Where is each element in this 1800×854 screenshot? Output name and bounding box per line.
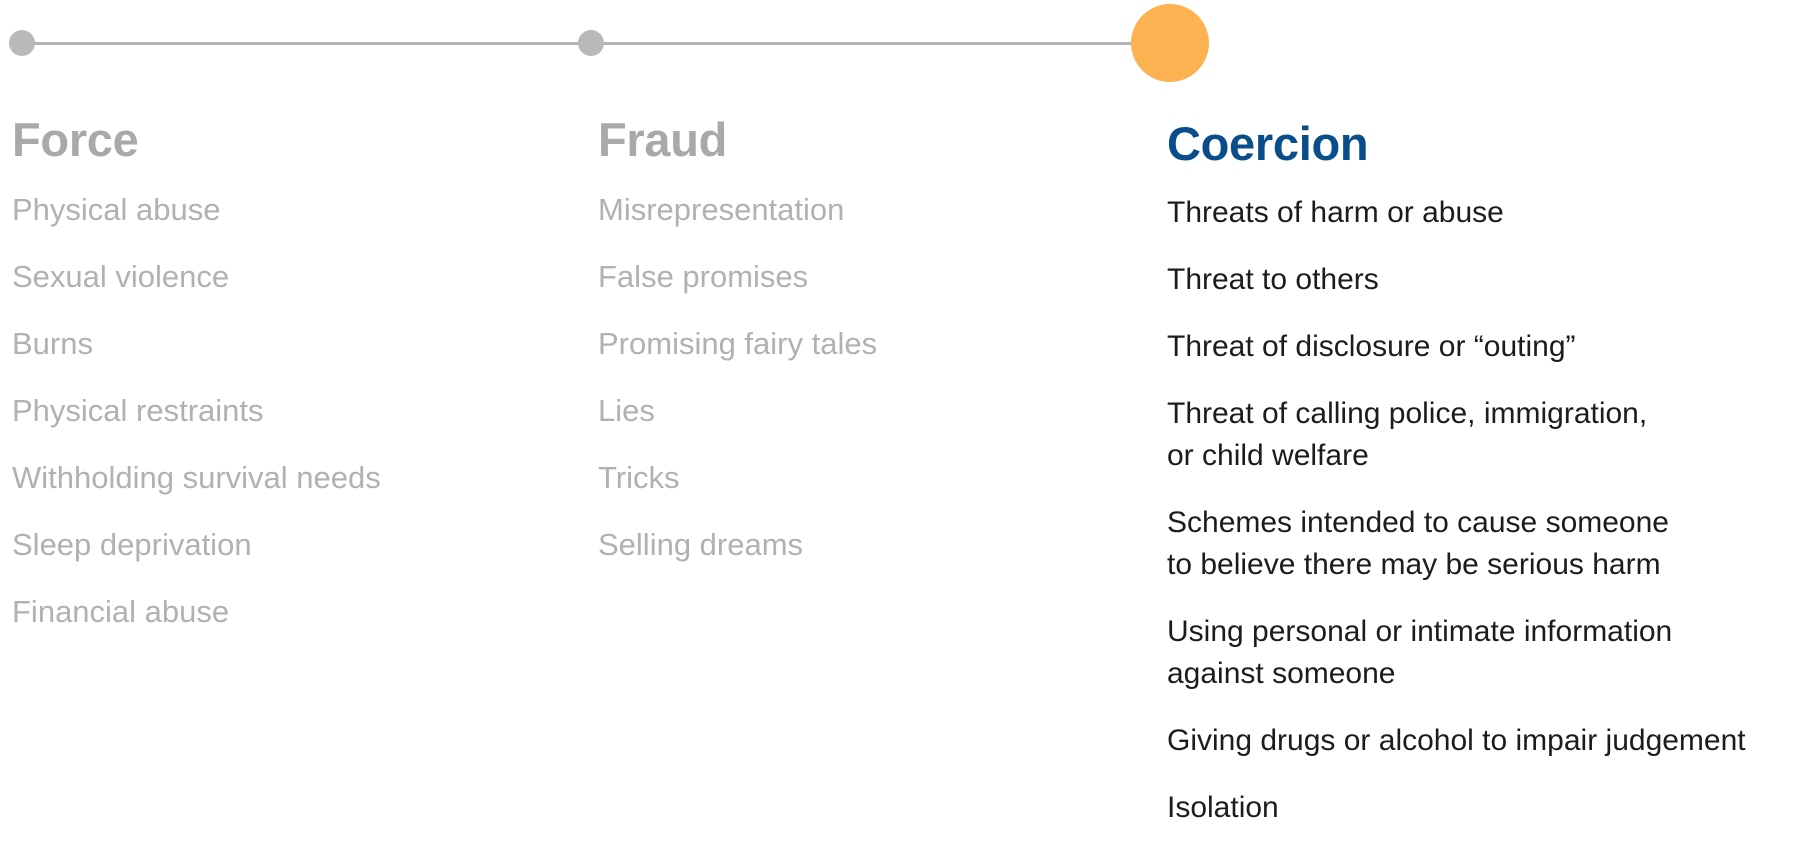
step-coercion-dot-active[interactable] — [1131, 4, 1209, 82]
list-item: Using personal or intimate information a… — [1167, 615, 1673, 690]
list-item: Physical abuse — [12, 192, 221, 227]
fraud-column: Fraud Misrepresentation False promises P… — [598, 112, 1138, 592]
force-column: Force Physical abuse Sexual violence Bur… — [12, 112, 572, 659]
step-force-dot[interactable] — [9, 30, 35, 56]
list-item: Giving drugs or alcohol to impair judgem… — [1167, 724, 1746, 757]
list-item: Tricks — [598, 460, 680, 495]
list-item: Lies — [598, 393, 655, 428]
fraud-list: Misrepresentation False promises Promisi… — [598, 190, 1138, 565]
list-item: Physical restraints — [12, 393, 264, 428]
coercion-list: Threats of harm or abuse Threat to other… — [1167, 192, 1800, 829]
list-item: Sexual violence — [12, 259, 230, 294]
list-item: Withholding survival needs — [12, 460, 381, 495]
list-item: Threat of calling police, immigration, o… — [1167, 397, 1648, 472]
list-item: Misrepresentation — [598, 192, 845, 227]
force-list: Physical abuse Sexual violence Burns Phy… — [12, 190, 572, 632]
coercion-column: Coercion Threats of harm or abuse Threat… — [1167, 112, 1800, 854]
progress-track — [0, 0, 1800, 82]
coercion-title[interactable]: Coercion — [1167, 116, 1800, 172]
list-item: Burns — [12, 326, 93, 361]
step-fraud-dot[interactable] — [578, 30, 604, 56]
list-item: Selling dreams — [598, 527, 804, 562]
list-item: Promising fairy tales — [598, 326, 878, 361]
list-item: False promises — [598, 259, 809, 294]
list-item: Sleep deprivation — [12, 527, 252, 562]
list-item: Financial abuse — [12, 594, 230, 629]
list-item: Schemes intended to cause someone to bel… — [1167, 506, 1669, 581]
fraud-title[interactable]: Fraud — [598, 112, 1138, 168]
list-item: Threat to others — [1167, 263, 1379, 296]
list-item: Threats of harm or abuse — [1167, 196, 1504, 229]
force-title[interactable]: Force — [12, 112, 572, 168]
list-item: Isolation — [1167, 791, 1279, 824]
list-item: Threat of disclosure or “outing” — [1167, 330, 1576, 363]
